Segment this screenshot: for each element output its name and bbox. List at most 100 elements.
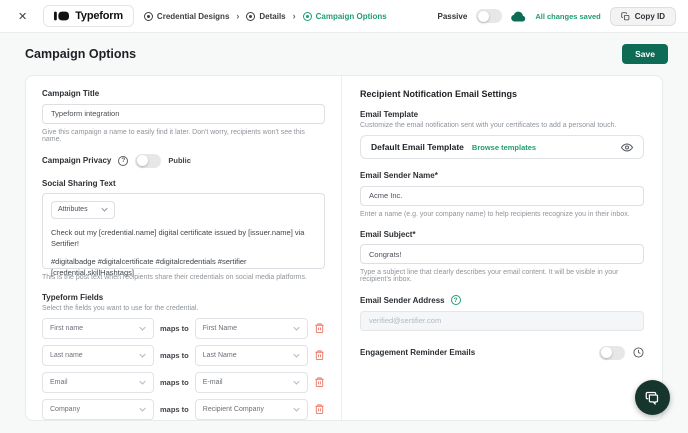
browse-templates-link[interactable]: Browse templates — [472, 143, 536, 152]
breadcrumb-credential-designs[interactable]: Credential Designs — [143, 11, 230, 21]
breadcrumb-details[interactable]: Details — [246, 11, 286, 21]
chat-widget-button[interactable] — [635, 380, 670, 415]
autosave-status: All changes saved — [535, 11, 601, 21]
copy-id-button[interactable]: Copy ID — [609, 6, 676, 26]
campaign-title-helper: Give this campaign a name to easily find… — [42, 128, 305, 143]
chevron-down-icon — [293, 353, 300, 358]
step-circle-icon — [246, 11, 256, 21]
chevron-down-icon — [293, 407, 300, 412]
breadcrumb-label: Credential Designs — [156, 11, 230, 21]
campaign-options-card: Campaign Title Give this campaign a name… — [25, 75, 663, 421]
source-field-select[interactable]: Last name — [42, 344, 154, 366]
breadcrumb: Credential Designs › Details › Campaign … — [143, 11, 387, 21]
delete-mapping-button[interactable] — [314, 322, 325, 334]
attributes-dropdown[interactable]: Attributes — [51, 200, 115, 219]
target-field-select[interactable]: First Name — [194, 317, 308, 339]
typeform-logo-icon — [54, 11, 70, 21]
chevron-down-icon — [139, 407, 146, 412]
source-field-value: Last name — [50, 351, 83, 359]
email-subject-input[interactable] — [360, 244, 644, 264]
page-title: Campaign Options — [25, 47, 137, 61]
reminder-emails-label: Engagement Reminder Emails — [360, 348, 476, 357]
share-text-line1: Check out my [credential.name] digital c… — [51, 227, 305, 248]
sender-name-label: Email Sender Name* — [360, 171, 438, 180]
privacy-state-label: Public — [168, 156, 191, 165]
step-circle-icon — [302, 11, 312, 21]
sender-address-label: Email Sender Address — [360, 295, 445, 305]
typeform-fields-helper: Select the fields you want to use for th… — [42, 304, 199, 312]
chevron-down-icon — [293, 326, 300, 331]
reminder-emails-toggle[interactable] — [599, 345, 625, 360]
target-field-value: First Name — [202, 324, 237, 332]
chevron-down-icon — [101, 207, 108, 212]
delete-mapping-button[interactable] — [314, 376, 325, 388]
target-field-select[interactable]: Last Name — [194, 344, 308, 366]
chevron-down-icon — [139, 326, 146, 331]
target-field-value: E-mail — [202, 378, 223, 386]
source-field-value: Company — [50, 405, 80, 413]
source-field-select[interactable]: Company — [42, 398, 154, 420]
source-field-value: Email — [50, 378, 68, 386]
trash-icon — [315, 323, 324, 334]
campaign-privacy-toggle[interactable] — [135, 153, 162, 168]
breadcrumb-campaign-options[interactable]: Campaign Options — [302, 11, 387, 21]
delete-mapping-button[interactable] — [314, 403, 325, 415]
target-field-select[interactable]: E-mail — [194, 371, 308, 393]
sender-address-input[interactable] — [360, 310, 644, 331]
email-template-label: Email Template — [360, 110, 419, 119]
passive-toggle[interactable] — [476, 9, 503, 23]
cloud-saved-icon — [511, 11, 526, 22]
mapping-row: First name maps to First Name — [42, 317, 325, 339]
email-subject-label: Email Subject* — [360, 229, 416, 239]
typeform-fields-label: Typeform Fields — [42, 292, 104, 302]
social-sharing-textarea[interactable]: Attributes Check out my [credential.name… — [42, 192, 325, 277]
email-template-helper: Customize the email notification sent wi… — [360, 122, 617, 129]
page-header: Campaign Options Save — [0, 33, 688, 75]
mapping-row: Company maps to Recipient Company — [42, 398, 325, 420]
chevron-down-icon — [293, 380, 300, 385]
sender-name-helper: Enter a name (e.g. your company name) to… — [360, 210, 630, 218]
campaign-title-label: Campaign Title — [42, 89, 100, 98]
email-settings-heading: Recipient Notification Email Settings — [360, 89, 518, 99]
trash-icon — [315, 377, 324, 388]
breadcrumb-label: Campaign Options — [315, 11, 387, 21]
sender-name-input[interactable] — [360, 185, 644, 206]
privacy-info-icon[interactable]: ? — [118, 155, 129, 166]
source-field-value: First name — [50, 324, 84, 332]
typeform-logo-text: Typeform — [75, 10, 123, 22]
mapping-row: Email maps to E-mail — [42, 371, 325, 393]
source-field-select[interactable]: First name — [42, 317, 154, 339]
email-template-box: Default Email Template Browse templates — [360, 135, 644, 159]
email-subject-helper: Type a subject line that clearly describ… — [360, 269, 619, 283]
chat-bubble-icon — [645, 391, 659, 405]
copy-id-label: Copy ID — [634, 11, 665, 21]
maps-to-label: maps to — [160, 377, 189, 387]
trash-icon — [315, 350, 324, 361]
campaign-privacy-label: Campaign Privacy — [42, 156, 112, 165]
source-field-select[interactable]: Email — [42, 371, 154, 393]
maps-to-label: maps to — [160, 404, 189, 414]
maps-to-label: maps to — [160, 350, 189, 360]
target-field-value: Last Name — [202, 351, 237, 359]
save-button[interactable]: Save — [622, 44, 668, 64]
chevron-down-icon — [139, 353, 146, 358]
target-field-select[interactable]: Recipient Company — [194, 398, 308, 420]
mapping-row: Last name maps to Last Name — [42, 344, 325, 366]
chevron-right-icon: › — [236, 11, 240, 21]
selected-template-name: Default Email Template — [371, 142, 464, 152]
preview-eye-icon[interactable] — [621, 142, 633, 152]
clock-icon — [633, 347, 644, 358]
delete-mapping-button[interactable] — [314, 349, 325, 361]
close-icon[interactable]: ✕ — [12, 8, 33, 25]
attributes-dropdown-value: Attributes — [58, 206, 88, 213]
step-circle-icon — [143, 11, 153, 21]
target-field-value: Recipient Company — [202, 405, 264, 413]
passive-label: Passive — [437, 11, 468, 21]
copy-icon — [621, 11, 630, 20]
social-sharing-helper: This is the post text when recipients sh… — [42, 273, 307, 281]
typeform-logo: Typeform — [43, 5, 134, 27]
breadcrumb-label: Details — [259, 11, 286, 21]
email-settings-column: Recipient Notification Email Settings Em… — [342, 76, 662, 420]
sender-address-info-icon[interactable]: ? — [450, 295, 461, 305]
campaign-title-input[interactable] — [42, 103, 325, 124]
